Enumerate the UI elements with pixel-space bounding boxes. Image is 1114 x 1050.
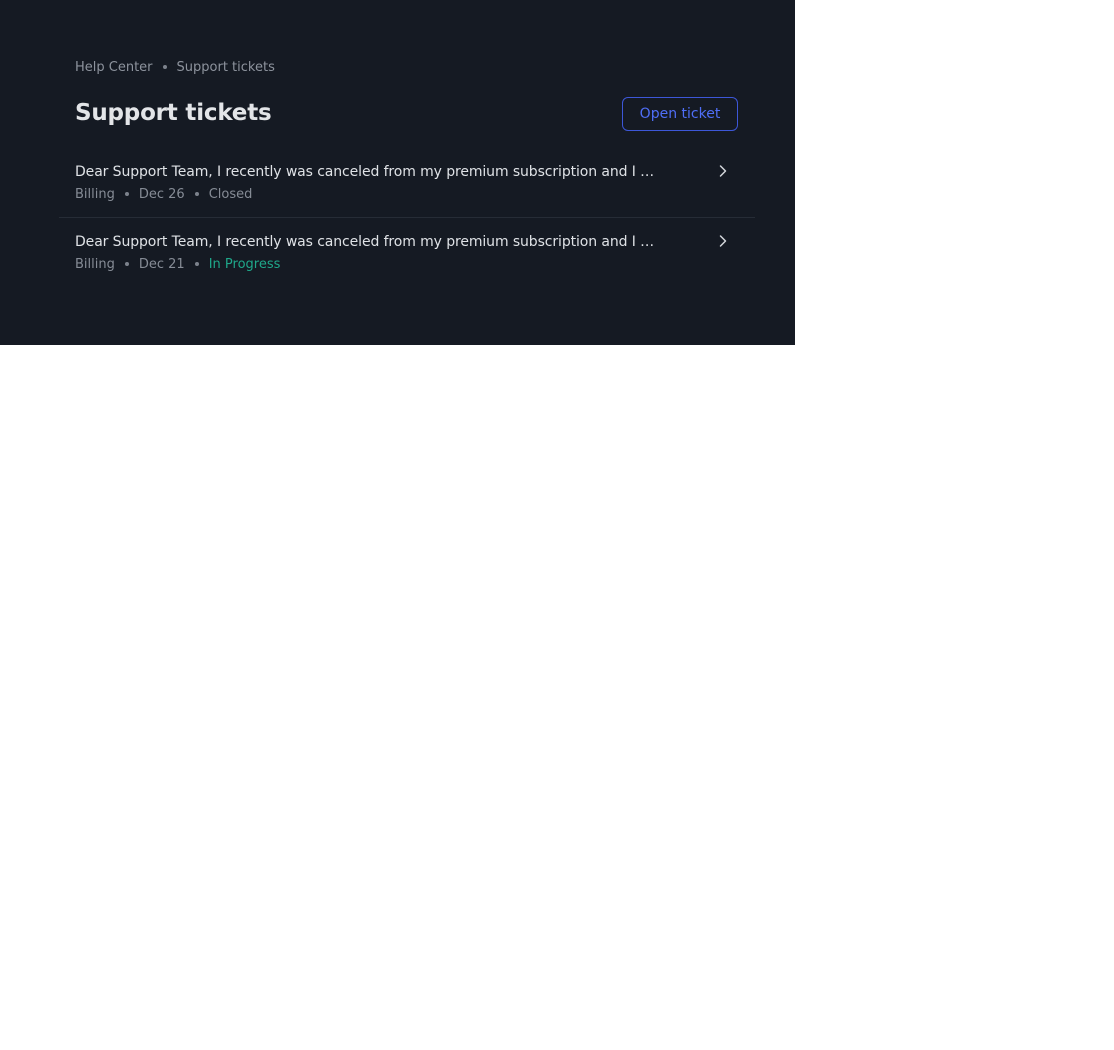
breadcrumb-separator	[162, 65, 167, 69]
ticket-status: Closed	[208, 186, 253, 202]
ticket-title: Dear Support Team, I recently was cancel…	[75, 234, 655, 250]
ticket-status: In Progress	[208, 256, 281, 272]
ticket-category: Billing	[75, 186, 115, 202]
open-ticket-button[interactable]: Open ticket	[622, 97, 738, 131]
chevron-right-icon[interactable]	[717, 234, 729, 248]
ticket-meta: Billing Dec 21 In Progress	[75, 256, 280, 272]
chevron-right-icon[interactable]	[717, 164, 729, 178]
breadcrumb-support-tickets[interactable]: Support tickets	[177, 60, 275, 75]
ticket-meta: Billing Dec 26 Closed	[75, 186, 252, 202]
ticket-date: Dec 21	[138, 256, 185, 272]
ticket-category: Billing	[75, 256, 115, 272]
breadcrumb-help-center[interactable]: Help Center	[75, 60, 153, 75]
breadcrumb: Help Center Support tickets	[75, 59, 275, 75]
meta-separator	[124, 192, 129, 196]
meta-separator	[194, 262, 199, 266]
ticket-title: Dear Support Team, I recently was cancel…	[75, 164, 655, 180]
meta-separator	[194, 192, 199, 196]
ticket-row[interactable]: Dear Support Team, I recently was cancel…	[59, 218, 755, 288]
meta-separator	[124, 262, 129, 266]
ticket-date: Dec 26	[138, 186, 185, 202]
page-title: Support tickets	[75, 100, 272, 126]
support-tickets-panel: Help Center Support tickets Support tick…	[0, 0, 795, 345]
ticket-row[interactable]: Dear Support Team, I recently was cancel…	[59, 148, 755, 218]
